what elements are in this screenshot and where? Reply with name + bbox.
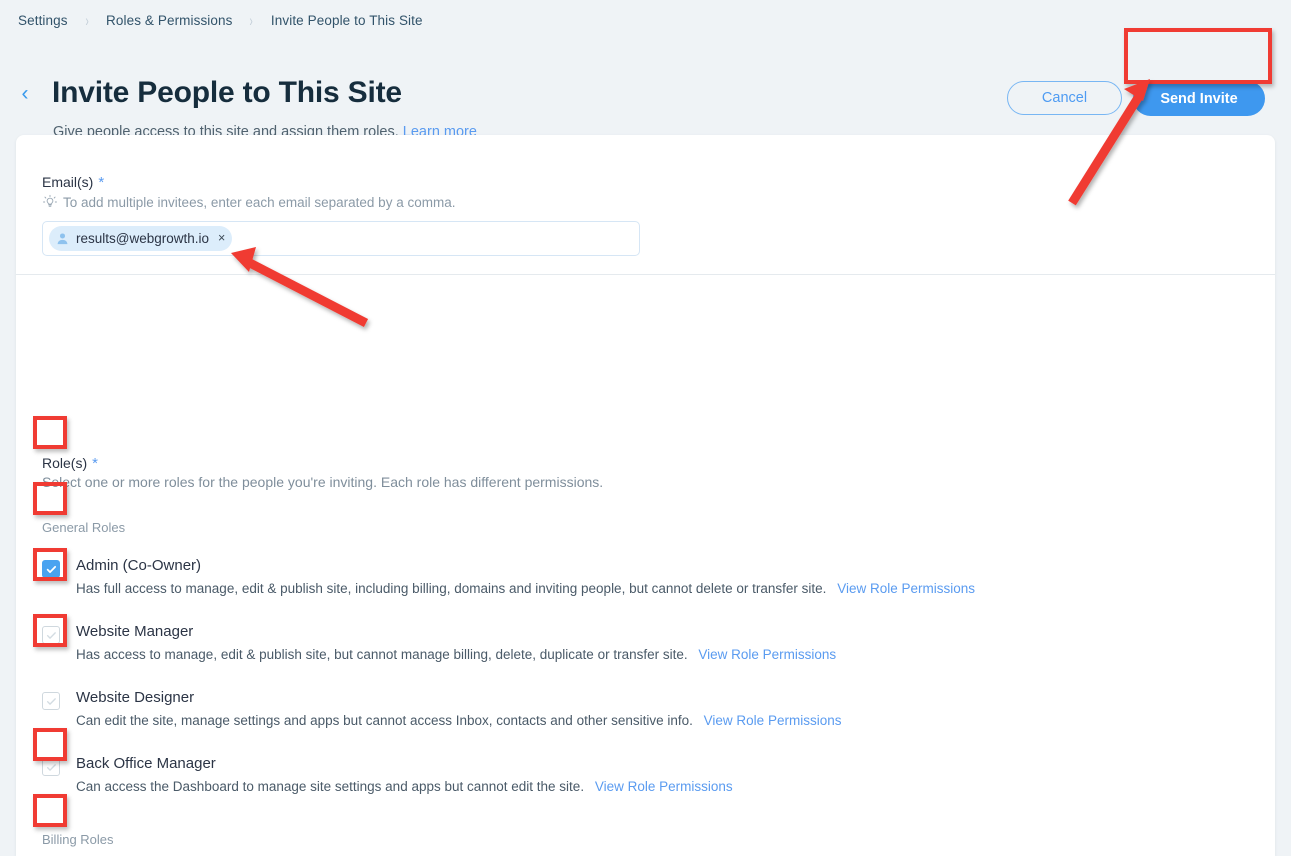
email-section: Email(s) * To add multiple invitees, ente… <box>16 135 1275 275</box>
cancel-button[interactable]: Cancel <box>1007 81 1122 115</box>
role-description: Can access the Dashboard to manage site … <box>76 779 733 794</box>
email-chip-label: results@webgrowth.io <box>76 231 210 246</box>
role-title: Admin (Co-Owner) <box>76 557 202 574</box>
view-role-permissions-link[interactable]: View Role Permissions <box>698 647 836 662</box>
breadcrumb-item-current: Invite People to This Site <box>270 13 423 28</box>
invite-form-card: Email(s) * To add multiple invitees, ente… <box>16 135 1275 856</box>
roles-field-label: Role(s) * <box>42 455 98 472</box>
breadcrumb-item-roles-permissions[interactable]: Roles & Permissions <box>106 13 232 28</box>
role-group-heading-general: General Roles <box>42 520 126 535</box>
email-input[interactable]: results@webgrowth.io × <box>42 221 640 256</box>
role-description-text: Has access to manage, edit & publish sit… <box>76 647 688 662</box>
breadcrumb-separator-icon: › <box>85 11 89 30</box>
role-group-heading-billing: Billing Roles <box>42 832 114 847</box>
view-role-permissions-link[interactable]: View Role Permissions <box>704 713 842 728</box>
checkbox-back-office-manager[interactable] <box>42 758 60 776</box>
required-marker: * <box>92 455 98 472</box>
checkbox-website-designer[interactable] <box>42 692 60 710</box>
role-description-text: Can access the Dashboard to manage site … <box>76 779 585 794</box>
email-field-label: Email(s) * <box>42 174 104 191</box>
close-icon[interactable]: × <box>218 232 225 245</box>
invite-people-page: Settings › Roles & Permissions › Invite … <box>0 0 1291 856</box>
role-description-text: Has full access to manage, edit & publis… <box>76 581 827 596</box>
email-hint-text: To add multiple invitees, enter each ema… <box>63 194 456 210</box>
roles-label-text: Role(s) <box>42 455 88 471</box>
lightbulb-icon <box>42 194 58 210</box>
view-role-permissions-link[interactable]: View Role Permissions <box>595 779 733 794</box>
roles-description: Select one or more roles for the people … <box>42 474 604 490</box>
breadcrumb-separator-icon: › <box>250 11 254 30</box>
email-chip[interactable]: results@webgrowth.io × <box>49 226 233 251</box>
back-chevron-icon[interactable]: ‹ <box>16 83 34 105</box>
checkbox-website-manager[interactable] <box>42 626 60 644</box>
page-title: Invite People to This Site <box>52 76 402 109</box>
required-marker: * <box>98 174 105 191</box>
role-title: Back Office Manager <box>76 755 216 772</box>
role-description-text: Can edit the site, manage settings and a… <box>76 713 693 728</box>
breadcrumb-item-settings[interactable]: Settings <box>18 13 68 28</box>
section-divider <box>16 274 1275 275</box>
email-hint: To add multiple invitees, enter each ema… <box>42 194 455 210</box>
email-label-text: Email(s) <box>42 174 94 190</box>
person-icon <box>55 231 70 246</box>
checkbox-admin-co-owner[interactable] <box>42 560 60 578</box>
role-description: Has full access to manage, edit & publis… <box>76 581 975 596</box>
role-title: Website Designer <box>76 689 195 706</box>
page-header: ‹ Invite People to This Site Give people… <box>0 36 1291 140</box>
view-role-permissions-link[interactable]: View Role Permissions <box>837 581 975 596</box>
role-description: Can edit the site, manage settings and a… <box>76 713 841 728</box>
role-description: Has access to manage, edit & publish sit… <box>76 647 836 662</box>
send-invite-button[interactable]: Send Invite <box>1133 81 1265 116</box>
role-title: Website Manager <box>76 623 194 640</box>
breadcrumb: Settings › Roles & Permissions › Invite … <box>18 11 423 30</box>
